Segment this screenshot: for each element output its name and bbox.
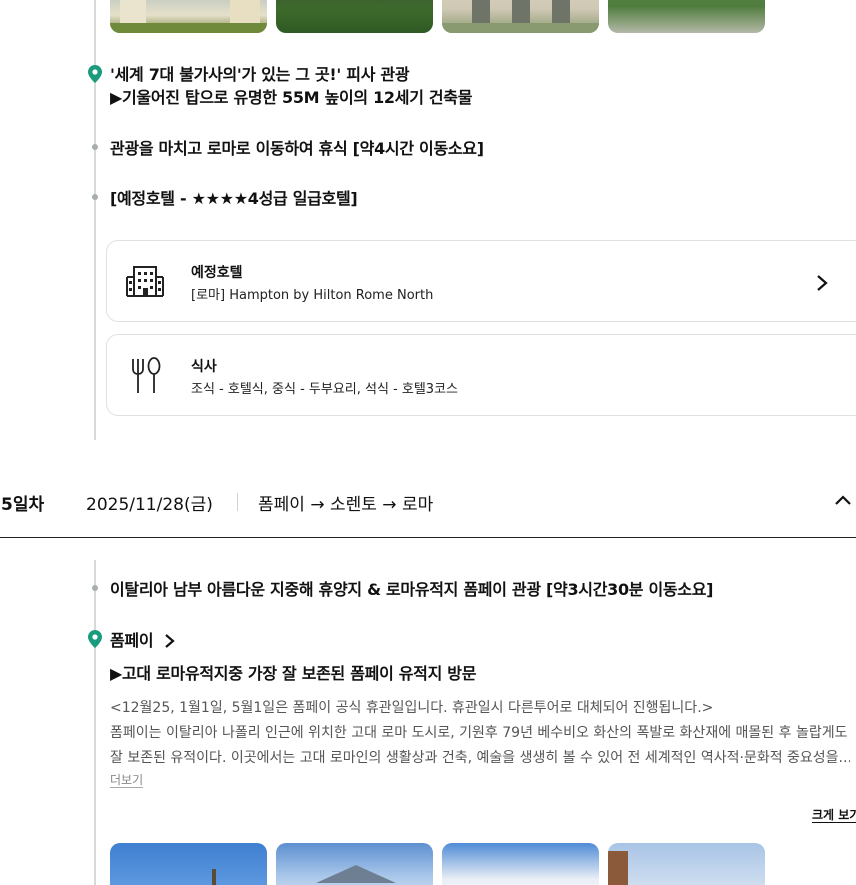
description-line: 잘 보존된 유적이다. 이곳에서는 고대 로마인의 생활상과 건축, 예술을 생…	[110, 750, 850, 766]
timeline-dot	[92, 194, 98, 200]
stop-title: [예정호텔 - ★★★★4성급 일급호텔]	[110, 189, 358, 208]
chevron-right-icon[interactable]	[815, 274, 829, 292]
location-pin-icon	[88, 630, 102, 648]
chevron-right-icon	[165, 633, 175, 648]
description-line: <12월25, 1월1일, 5월1일은 폼페이 공식 휴관일입니다. 휴관일시 …	[110, 700, 714, 716]
meal-card-detail: 조식 - 호텔식, 중식 - 두부요리, 석식 - 호텔3코스	[191, 382, 458, 397]
hotel-card-title: 예정호텔	[191, 265, 243, 281]
chevron-up-icon[interactable]	[834, 494, 852, 506]
building-icon	[126, 266, 164, 297]
big-view-link[interactable]: 크게 보기	[812, 808, 856, 823]
timeline-dot	[92, 144, 98, 150]
day-number: 5일차	[1, 495, 45, 515]
day-header[interactable]: 5일차 2025/11/28(금) 폼페이 → 소렌토 → 로마	[0, 480, 856, 538]
photo-thumbnail[interactable]	[110, 0, 267, 33]
stop-subtitle: ▶기울어진 탑으로 유명한 55M 높이의 12세기 건축물	[110, 88, 473, 107]
meal-card-title: 식사	[191, 359, 217, 375]
highlight-text: ▶고대 로마유적지중 가장 잘 보존된 폼페이 유적지 방문	[110, 664, 477, 683]
photo-thumbnail[interactable]	[276, 0, 433, 33]
divider	[237, 493, 238, 511]
photo-gallery	[110, 843, 765, 885]
stop-title: 관광을 마치고 로마로 이동하여 휴식 [약4시간 이동소요]	[110, 139, 484, 158]
stop-title: 폼페이	[110, 631, 154, 650]
photo-thumbnail[interactable]	[608, 0, 765, 33]
photo-thumbnail[interactable]	[442, 843, 599, 885]
day-route: 폼페이 → 소렌토 → 로마	[258, 495, 434, 515]
photo-thumbnail[interactable]	[110, 843, 267, 885]
timeline-line	[94, 560, 96, 885]
stop-title: '세계 7대 불가사의'가 있는 그 곳!' 피사 관광	[110, 65, 410, 84]
more-link[interactable]: 더보기	[110, 773, 144, 788]
hotel-card[interactable]: 예정호텔 [로마] Hampton by Hilton Rome North	[106, 240, 856, 322]
timeline-dot	[92, 585, 98, 591]
meal-card: 식사 조식 - 호텔식, 중식 - 두부요리, 석식 - 호텔3코스	[106, 334, 856, 416]
photo-thumbnail[interactable]	[442, 0, 599, 33]
location-pin-icon	[88, 65, 102, 83]
description-line: 폼페이는 이탈리아 나폴리 인근에 위치한 고대 로마 도시로, 기원후 79년…	[110, 725, 848, 741]
hotel-card-name: [로마] Hampton by Hilton Rome North	[191, 288, 434, 303]
day-date: 2025/11/28(금)	[86, 495, 213, 515]
fork-spoon-icon	[132, 357, 161, 393]
pompeii-link[interactable]: 폼페이	[110, 629, 177, 652]
photo-gallery	[110, 0, 765, 33]
stop-title: 이탈리아 남부 아름다운 지중해 휴양지 & 로마유적지 폼페이 관광 [약3시…	[110, 580, 714, 599]
photo-thumbnail[interactable]	[608, 843, 765, 885]
photo-thumbnail[interactable]	[276, 843, 433, 885]
